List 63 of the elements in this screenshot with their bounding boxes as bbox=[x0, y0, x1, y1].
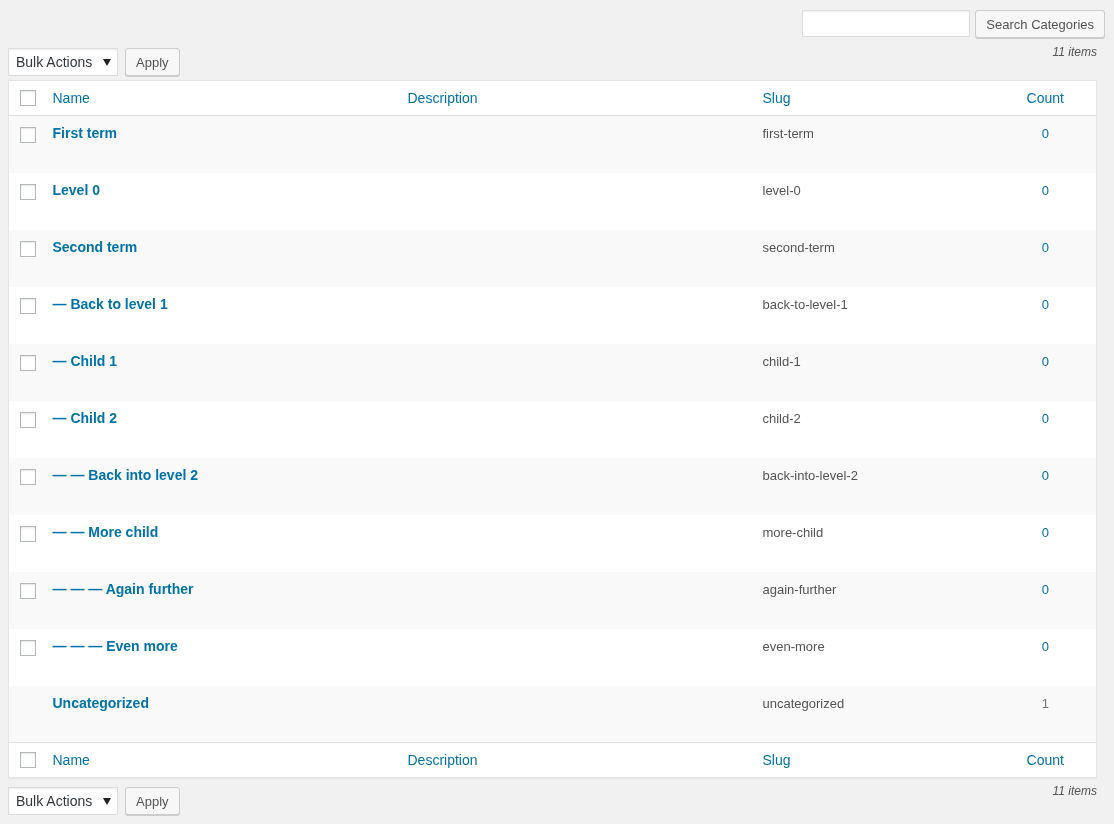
post-count-link[interactable]: 0 bbox=[1041, 182, 1049, 198]
row-checkbox[interactable] bbox=[20, 468, 36, 485]
post-count-link[interactable]: 0 bbox=[1041, 353, 1049, 369]
post-count: 1 bbox=[1041, 695, 1049, 711]
category-name-link[interactable]: First term bbox=[52, 125, 118, 141]
row-checkbox[interactable] bbox=[20, 354, 36, 371]
select-all-checkbox[interactable] bbox=[20, 90, 36, 106]
select-all-checkbox[interactable] bbox=[20, 752, 36, 768]
row-checkbox[interactable] bbox=[20, 639, 36, 656]
apply-button[interactable]: Apply bbox=[125, 787, 180, 815]
category-name-link[interactable]: — — Back into level 2 bbox=[52, 466, 198, 483]
row-checkbox[interactable] bbox=[20, 297, 36, 314]
category-slug: back-into-level-2 bbox=[762, 467, 858, 483]
category-name-link[interactable]: — — — Even more bbox=[52, 637, 178, 654]
post-count-link[interactable]: 0 bbox=[1041, 581, 1049, 597]
category-slug: second-term bbox=[762, 239, 835, 255]
description-column-header[interactable]: Description bbox=[407, 752, 478, 768]
bulk-actions-select[interactable]: Bulk Actions bbox=[8, 787, 118, 815]
category-slug: more-child bbox=[762, 524, 824, 540]
category-slug: child-2 bbox=[762, 410, 801, 426]
items-count: 11 items bbox=[1052, 784, 1097, 798]
bulk-actions-select[interactable]: Bulk Actions bbox=[8, 48, 118, 76]
caret-icon bbox=[103, 797, 111, 805]
category-name-link[interactable]: Level 0 bbox=[52, 181, 100, 198]
caret-icon bbox=[103, 58, 111, 66]
post-count-link[interactable]: 0 bbox=[1041, 410, 1049, 426]
slug-column-header[interactable]: Slug bbox=[762, 90, 791, 106]
post-count-link[interactable]: 0 bbox=[1041, 126, 1049, 141]
search-categories-button[interactable]: Search Categories bbox=[975, 10, 1105, 38]
row-checkbox[interactable] bbox=[20, 411, 36, 428]
name-column-header[interactable]: Name bbox=[52, 752, 90, 768]
category-name-link[interactable]: Second term bbox=[52, 238, 138, 255]
category-slug: even-more bbox=[762, 638, 825, 654]
category-name-link[interactable]: — Back to level 1 bbox=[52, 295, 168, 312]
slug-column-header[interactable]: Slug bbox=[762, 752, 791, 768]
post-count-link[interactable]: 0 bbox=[1041, 524, 1049, 540]
row-checkbox[interactable] bbox=[20, 525, 36, 542]
apply-button[interactable]: Apply bbox=[125, 48, 180, 76]
category-name-link[interactable]: — — — Again further bbox=[52, 580, 194, 597]
category-name-link[interactable]: — Child 2 bbox=[52, 409, 118, 426]
category-name-link[interactable]: — Child 1 bbox=[52, 352, 118, 369]
category-slug: first-term bbox=[762, 126, 814, 141]
row-checkbox[interactable] bbox=[20, 127, 36, 143]
row-checkbox[interactable] bbox=[20, 183, 36, 200]
category-slug: again-further bbox=[762, 581, 837, 597]
count-column-header[interactable]: Count bbox=[1026, 90, 1064, 106]
category-slug: back-to-level-1 bbox=[762, 296, 848, 312]
category-name-link[interactable]: Uncategorized bbox=[52, 694, 149, 711]
post-count-link[interactable]: 0 bbox=[1041, 467, 1049, 483]
post-count-link[interactable]: 0 bbox=[1041, 239, 1049, 255]
search-field[interactable] bbox=[802, 10, 971, 37]
row-checkbox[interactable] bbox=[20, 240, 36, 257]
category-slug: child-1 bbox=[762, 353, 801, 369]
category-slug: uncategorized bbox=[762, 695, 845, 711]
items-count: 11 items bbox=[1052, 45, 1097, 59]
name-column-header[interactable]: Name bbox=[52, 90, 90, 106]
count-column-header[interactable]: Count bbox=[1026, 752, 1064, 768]
description-column-header[interactable]: Description bbox=[407, 90, 478, 106]
post-count-link[interactable]: 0 bbox=[1041, 638, 1049, 654]
post-count-link[interactable]: 0 bbox=[1041, 296, 1049, 312]
category-slug: level-0 bbox=[762, 182, 801, 198]
row-checkbox[interactable] bbox=[20, 582, 36, 599]
category-name-link[interactable]: — — More child bbox=[52, 523, 159, 540]
